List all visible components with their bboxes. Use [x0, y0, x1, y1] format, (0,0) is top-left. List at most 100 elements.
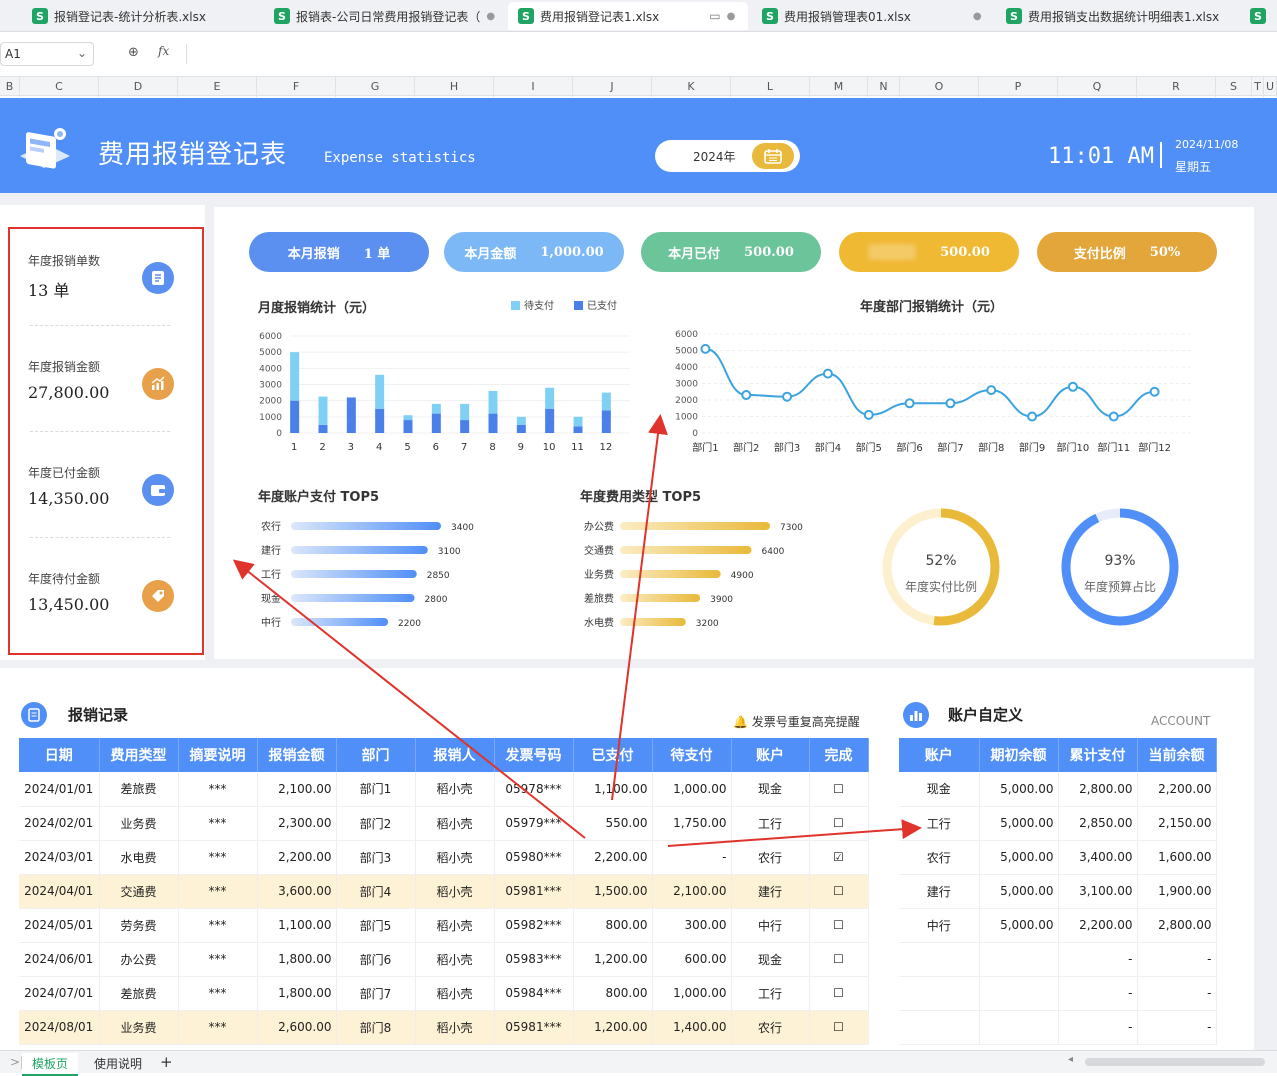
file-tab[interactable]: S 报销表-公司日常费用报销登记表（ ●: [264, 2, 504, 30]
accounts-header-cell: 期初余额: [979, 738, 1059, 772]
x-tick-label: 7: [461, 442, 467, 453]
horizontal-scrollbar[interactable]: [1085, 1058, 1265, 1066]
zoom-icon[interactable]: ⊕: [128, 45, 139, 60]
spreadsheet-icon: S: [518, 8, 534, 24]
file-tab-overflow[interactable]: S: [1240, 2, 1277, 30]
column-header-U[interactable]: U: [1264, 77, 1277, 97]
records-header-cell: 摘要说明: [178, 738, 258, 772]
table-cell: 建行: [731, 874, 810, 909]
function-icon[interactable]: fx: [158, 44, 169, 58]
value-label: 3100: [438, 547, 461, 557]
current-weekday: 星期五: [1175, 160, 1212, 174]
file-tab[interactable]: S 费用报销管理表01.xlsx ●: [752, 2, 992, 30]
table-row: 2024/08/01 业务费 *** 2,600.00 部门8 稻小壳 05981*** 1,…: [19, 1010, 869, 1045]
calendar-icon: [764, 149, 782, 164]
category-label: 交通费: [584, 544, 614, 557]
table-cell: [979, 1010, 1059, 1045]
column-header-E[interactable]: E: [178, 77, 257, 97]
done-checkbox[interactable]: ☐: [809, 976, 869, 1011]
close-window-icon[interactable]: [0, 2, 20, 30]
table-cell: 2,200.00: [573, 840, 653, 875]
column-header-P[interactable]: P: [979, 77, 1058, 97]
column-header-M[interactable]: M: [810, 77, 868, 97]
data-point: [986, 385, 997, 396]
file-tab[interactable]: S 费用报销支出数据统计明细表1.xlsx: [996, 2, 1236, 30]
table-cell: 600.00: [652, 942, 732, 977]
table-cell: 05978***: [494, 772, 574, 807]
done-checkbox[interactable]: ☑: [809, 840, 869, 875]
column-header-O[interactable]: O: [900, 77, 979, 97]
done-checkbox[interactable]: ☐: [809, 908, 869, 943]
column-header-C[interactable]: C: [20, 77, 99, 97]
table-row: 农行 5,000.00 3,400.00 1,600.00: [899, 840, 1217, 875]
name-box[interactable]: A1 ⌄: [0, 42, 94, 66]
kpi-value: 500.00: [940, 244, 990, 260]
table-cell: 部门2: [336, 806, 416, 841]
column-header-D[interactable]: D: [99, 77, 178, 97]
records-header-cell: 账户: [731, 738, 810, 772]
donut-percent: 93%: [1104, 553, 1135, 569]
table-row: --: [899, 976, 1217, 1011]
x-tick-label: 2: [319, 442, 325, 453]
series-line: [705, 347, 1155, 418]
accounts-header-cell: 账户: [899, 738, 980, 772]
calendar-button[interactable]: [752, 143, 794, 169]
table-cell: 2024/01/01: [19, 772, 100, 807]
column-header-H[interactable]: H: [415, 77, 494, 97]
column-header-R[interactable]: R: [1137, 77, 1216, 97]
column-header-S[interactable]: S: [1216, 77, 1252, 97]
done-checkbox[interactable]: ☐: [809, 942, 869, 977]
column-header-N[interactable]: N: [868, 77, 900, 97]
table-cell: 5,000.00: [979, 908, 1059, 943]
x-tick-label: 9: [518, 442, 524, 453]
table-cell: 工行: [899, 806, 980, 841]
add-sheet-icon[interactable]: +: [150, 1051, 183, 1073]
category-label: 工行: [261, 568, 281, 581]
table-cell: ***: [178, 976, 258, 1011]
year-selector[interactable]: 2024年: [655, 140, 800, 172]
x-tick-label: 部门8: [978, 441, 1004, 454]
column-header-L[interactable]: L: [731, 77, 810, 97]
x-tick-label: 部门3: [774, 441, 800, 454]
file-tab[interactable]: S 报销登记表-统计分析表.xlsx: [22, 2, 258, 30]
column-header-G[interactable]: G: [336, 77, 415, 97]
column-header-T[interactable]: T: [1252, 77, 1264, 97]
column-header-B[interactable]: B: [0, 77, 20, 97]
bar-pending: [601, 392, 611, 411]
table-cell: -: [1058, 976, 1138, 1011]
table-cell: 部门6: [336, 942, 416, 977]
done-checkbox[interactable]: ☐: [809, 1010, 869, 1045]
table-row: 2024/02/01 业务费 *** 2,300.00 部门2 稻小壳 05979*** 55…: [19, 806, 869, 841]
table-cell: 现金: [899, 772, 980, 807]
value-label: 6400: [762, 547, 785, 557]
file-tab-active[interactable]: S 费用报销登记表1.xlsx ▭ ●: [508, 2, 748, 30]
table-cell: 稻小壳: [415, 1010, 495, 1045]
sheet-tab-instructions[interactable]: 使用说明: [84, 1053, 152, 1074]
bar-pending: [375, 374, 385, 409]
data-point: [741, 390, 752, 401]
bar-paid: [431, 413, 441, 433]
column-header-F[interactable]: F: [257, 77, 336, 97]
table-cell: -: [1137, 942, 1217, 977]
column-header-I[interactable]: I: [494, 77, 573, 97]
done-checkbox[interactable]: ☐: [809, 772, 869, 807]
accounts-header-cell: 当前余额: [1137, 738, 1217, 772]
table-cell: -: [1137, 1010, 1217, 1045]
table-cell: 农行: [899, 840, 980, 875]
data-point: [904, 398, 915, 409]
table-cell: ***: [178, 772, 258, 807]
spreadsheet-icon: S: [1250, 8, 1266, 24]
done-checkbox[interactable]: ☐: [809, 806, 869, 841]
done-checkbox[interactable]: ☐: [809, 874, 869, 909]
column-header-J[interactable]: J: [573, 77, 652, 97]
column-header-Q[interactable]: Q: [1058, 77, 1137, 97]
x-tick-label: 11: [571, 442, 584, 453]
bar-pending: [545, 387, 555, 409]
bar-paid: [403, 420, 413, 433]
table-cell: 2,200.00: [257, 840, 337, 875]
scroll-left-icon[interactable]: ◂: [1068, 1054, 1073, 1065]
spreadsheet-icon: S: [762, 8, 778, 24]
highlight-box: [8, 227, 204, 655]
budget-ratio-donut: 93% 年度预算占比: [1061, 508, 1179, 626]
column-header-K[interactable]: K: [652, 77, 731, 97]
